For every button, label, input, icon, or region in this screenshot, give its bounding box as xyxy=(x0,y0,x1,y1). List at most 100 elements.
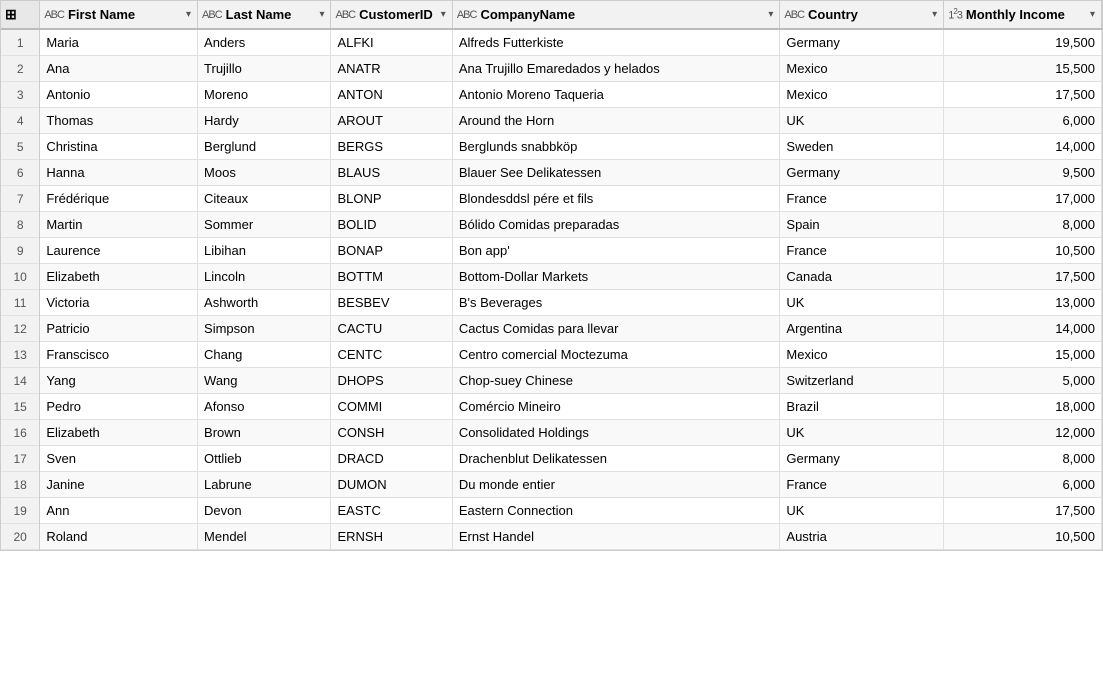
table-row: 15PedroAfonsoCOMMIComércio MineiroBrazil… xyxy=(1,394,1102,420)
cell-last-name: Libihan xyxy=(198,238,331,264)
table-row: 11VictoriaAshworthBESBEVB's BeveragesUK1… xyxy=(1,290,1102,316)
cell-country: Argentina xyxy=(780,316,944,342)
table-row: 3AntonioMorenoANTONAntonio Moreno Taquer… xyxy=(1,82,1102,108)
cell-index: 13 xyxy=(1,342,40,368)
filter-button-last-name[interactable]: ▾ xyxy=(317,9,326,20)
cell-first-name: Elizabeth xyxy=(40,420,198,446)
cell-customer-id: ANTON xyxy=(331,82,452,108)
cell-customer-id: BLAUS xyxy=(331,160,452,186)
cell-company-name: Bólido Comidas preparadas xyxy=(452,212,780,238)
cell-company-name: Drachenblut Delikatessen xyxy=(452,446,780,472)
cell-company-name: Bottom-Dollar Markets xyxy=(452,264,780,290)
cell-country: France xyxy=(780,238,944,264)
cell-country: Germany xyxy=(780,29,944,56)
table-row: 12PatricioSimpsonCACTUCactus Comidas par… xyxy=(1,316,1102,342)
cell-company-name: Comércio Mineiro xyxy=(452,394,780,420)
cell-monthly-income: 15,000 xyxy=(944,342,1102,368)
cell-first-name: Ann xyxy=(40,498,198,524)
filter-button-monthly-income[interactable]: ▾ xyxy=(1088,9,1097,20)
cell-country: UK xyxy=(780,290,944,316)
type-icon-monthly-income: 123 xyxy=(948,7,962,22)
cell-first-name: Ana xyxy=(40,56,198,82)
cell-index: 17 xyxy=(1,446,40,472)
filter-button-country[interactable]: ▾ xyxy=(930,9,939,20)
filter-button-first-name[interactable]: ▾ xyxy=(184,9,193,20)
cell-customer-id: EASTC xyxy=(331,498,452,524)
cell-monthly-income: 17,500 xyxy=(944,498,1102,524)
table-row: 17SvenOttliebDRACDDrachenblut Delikatess… xyxy=(1,446,1102,472)
cell-country: France xyxy=(780,186,944,212)
column-header-index: ⊞ xyxy=(1,1,40,29)
cell-country: UK xyxy=(780,108,944,134)
cell-company-name: Berglunds snabbköp xyxy=(452,134,780,160)
cell-country: France xyxy=(780,472,944,498)
cell-index: 16 xyxy=(1,420,40,446)
column-header-customer-id[interactable]: ABC CustomerID ▾ xyxy=(331,1,452,29)
cell-company-name: Ernst Handel xyxy=(452,524,780,550)
column-header-monthly-income[interactable]: 123 Monthly Income ▾ xyxy=(944,1,1102,29)
cell-company-name: Alfreds Futterkiste xyxy=(452,29,780,56)
cell-first-name: Hanna xyxy=(40,160,198,186)
type-icon-last-name: ABC xyxy=(202,9,222,21)
cell-country: Sweden xyxy=(780,134,944,160)
cell-index: 19 xyxy=(1,498,40,524)
cell-last-name: Lincoln xyxy=(198,264,331,290)
cell-customer-id: ALFKI xyxy=(331,29,452,56)
type-icon-company-name: ABC xyxy=(457,9,477,21)
cell-last-name: Labrune xyxy=(198,472,331,498)
cell-first-name: Roland xyxy=(40,524,198,550)
column-label-first-name: First Name xyxy=(68,7,135,22)
cell-customer-id: CONSH xyxy=(331,420,452,446)
cell-customer-id: BERGS xyxy=(331,134,452,160)
column-header-last-name[interactable]: ABC Last Name ▾ xyxy=(198,1,331,29)
cell-last-name: Ashworth xyxy=(198,290,331,316)
cell-company-name: Bon app' xyxy=(452,238,780,264)
cell-monthly-income: 10,500 xyxy=(944,524,1102,550)
cell-company-name: Consolidated Holdings xyxy=(452,420,780,446)
cell-monthly-income: 5,000 xyxy=(944,368,1102,394)
cell-monthly-income: 18,000 xyxy=(944,394,1102,420)
column-header-company-name[interactable]: ABC CompanyName ▾ xyxy=(452,1,780,29)
cell-index: 8 xyxy=(1,212,40,238)
column-label-company-name: CompanyName xyxy=(480,7,575,22)
cell-country: Switzerland xyxy=(780,368,944,394)
table-row: 9LaurenceLibihanBONAPBon app'France10,50… xyxy=(1,238,1102,264)
data-table: ⊞ ABC First Name ▾ ABC Last Name ▾ xyxy=(0,0,1103,551)
table-row: 6HannaMoosBLAUSBlauer See DelikatessenGe… xyxy=(1,160,1102,186)
cell-first-name: Janine xyxy=(40,472,198,498)
cell-index: 15 xyxy=(1,394,40,420)
cell-index: 9 xyxy=(1,238,40,264)
grid-icon: ⊞ xyxy=(5,6,17,23)
cell-index: 20 xyxy=(1,524,40,550)
cell-last-name: Hardy xyxy=(198,108,331,134)
cell-customer-id: DRACD xyxy=(331,446,452,472)
table-row: 18JanineLabruneDUMONDu monde entierFranc… xyxy=(1,472,1102,498)
cell-last-name: Brown xyxy=(198,420,331,446)
cell-country: Mexico xyxy=(780,82,944,108)
cell-index: 3 xyxy=(1,82,40,108)
cell-company-name: Ana Trujillo Emaredados y helados xyxy=(452,56,780,82)
cell-customer-id: ANATR xyxy=(331,56,452,82)
cell-monthly-income: 14,000 xyxy=(944,316,1102,342)
table-row: 20RolandMendelERNSHErnst HandelAustria10… xyxy=(1,524,1102,550)
filter-button-company-name[interactable]: ▾ xyxy=(766,9,775,20)
type-icon-first-name: ABC xyxy=(44,9,64,21)
table-row: 16ElizabethBrownCONSHConsolidated Holdin… xyxy=(1,420,1102,446)
cell-monthly-income: 17,000 xyxy=(944,186,1102,212)
cell-company-name: Cactus Comidas para llevar xyxy=(452,316,780,342)
cell-company-name: Chop-suey Chinese xyxy=(452,368,780,394)
cell-first-name: Martin xyxy=(40,212,198,238)
cell-company-name: Around the Horn xyxy=(452,108,780,134)
cell-country: Mexico xyxy=(780,342,944,368)
type-icon-customer-id: ABC xyxy=(335,9,355,21)
cell-last-name: Chang xyxy=(198,342,331,368)
cell-first-name: Frédérique xyxy=(40,186,198,212)
table-row: 5ChristinaBerglundBERGSBerglunds snabbkö… xyxy=(1,134,1102,160)
column-header-first-name[interactable]: ABC First Name ▾ xyxy=(40,1,198,29)
cell-customer-id: COMMI xyxy=(331,394,452,420)
filter-button-customer-id[interactable]: ▾ xyxy=(439,9,448,20)
column-header-country[interactable]: ABC Country ▾ xyxy=(780,1,944,29)
cell-first-name: Elizabeth xyxy=(40,264,198,290)
cell-monthly-income: 17,500 xyxy=(944,264,1102,290)
cell-customer-id: CENTC xyxy=(331,342,452,368)
